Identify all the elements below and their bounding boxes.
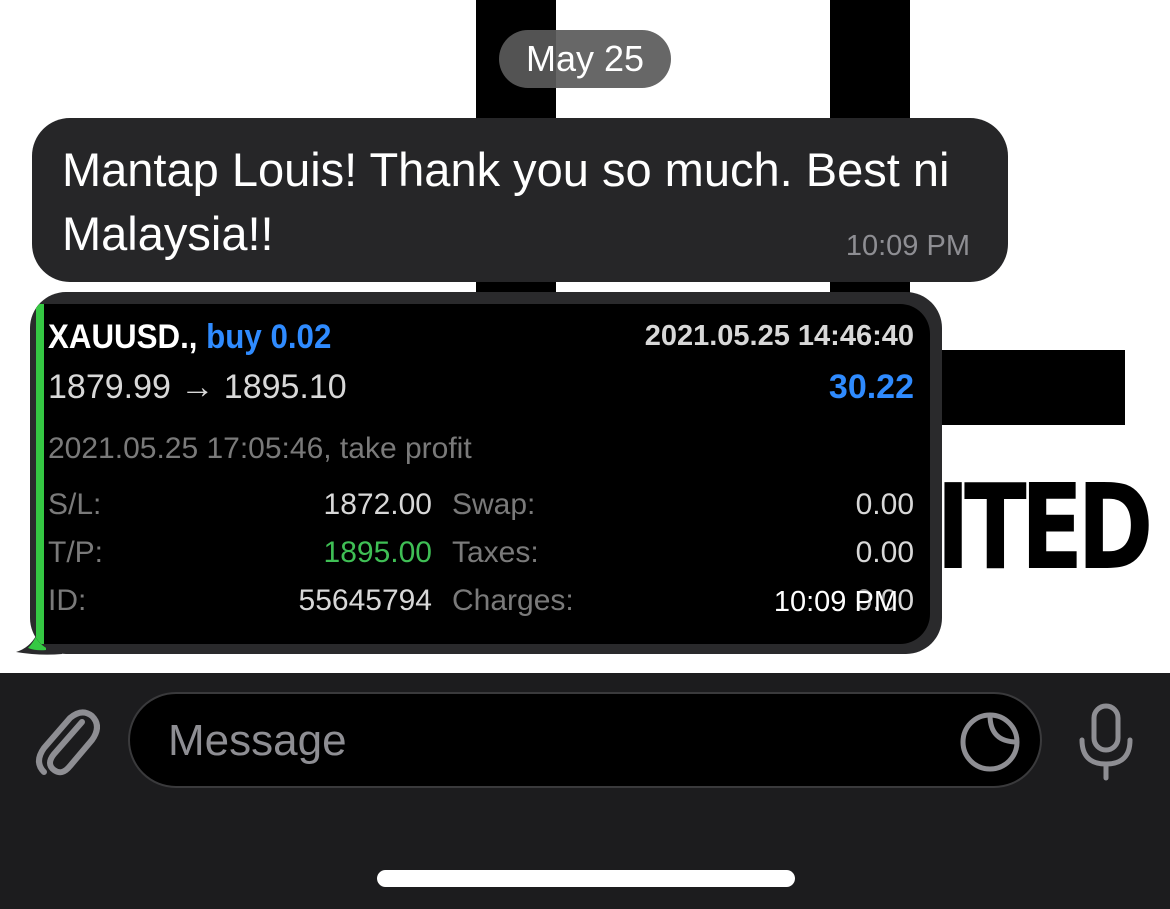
message-time: 10:09 PM [845, 230, 970, 262]
charges-label: Charges: [452, 584, 574, 617]
image-message-time: 10:09 PM [773, 586, 898, 618]
swap-label: Swap: [452, 488, 536, 521]
trade-symbol: XAUUSD., buy 0.02 [48, 318, 332, 356]
id-value: 55645794 [298, 584, 432, 617]
taxes-value: 0.00 [855, 536, 914, 569]
trade-side: buy 0.02 [206, 318, 332, 356]
wallpaper-text: ITED [936, 458, 1154, 596]
tp-label: T/P: [48, 536, 104, 569]
trade-indicator-bar [36, 304, 44, 644]
tp-value: 1895.00 [323, 536, 432, 569]
trade-close-info: 2021.05.25 17:05:46, take profit [48, 432, 472, 465]
sticker-icon[interactable] [958, 710, 1022, 774]
trade-open-time: 2021.05.25 14:46:40 [644, 320, 914, 352]
trade-profit: 30.22 [828, 368, 914, 406]
image-message-bubble[interactable]: XAUUSD., buy 0.02 2021.05.25 14:46:40 18… [30, 292, 942, 654]
message-input[interactable] [166, 708, 950, 774]
message-bubble[interactable]: Mantap Louis! Thank you so much. Best ni… [32, 118, 1008, 282]
wallpaper-bar [940, 350, 1125, 425]
taxes-label: Taxes: [452, 536, 539, 569]
sl-value: 1872.00 [323, 488, 432, 521]
message-input-container[interactable] [128, 692, 1042, 788]
trade-prices: 1879.99 → 1895.10 [48, 368, 347, 406]
message-text: Mantap Louis! Thank you so much. Best ni… [62, 143, 950, 260]
home-indicator[interactable] [377, 870, 795, 887]
sl-label: S/L: [48, 488, 102, 521]
id-label: ID: [48, 584, 87, 617]
microphone-icon[interactable] [1074, 702, 1138, 782]
swap-value: 0.00 [855, 488, 914, 521]
paperclip-icon[interactable] [30, 700, 100, 780]
date-separator: May 25 [499, 30, 671, 88]
